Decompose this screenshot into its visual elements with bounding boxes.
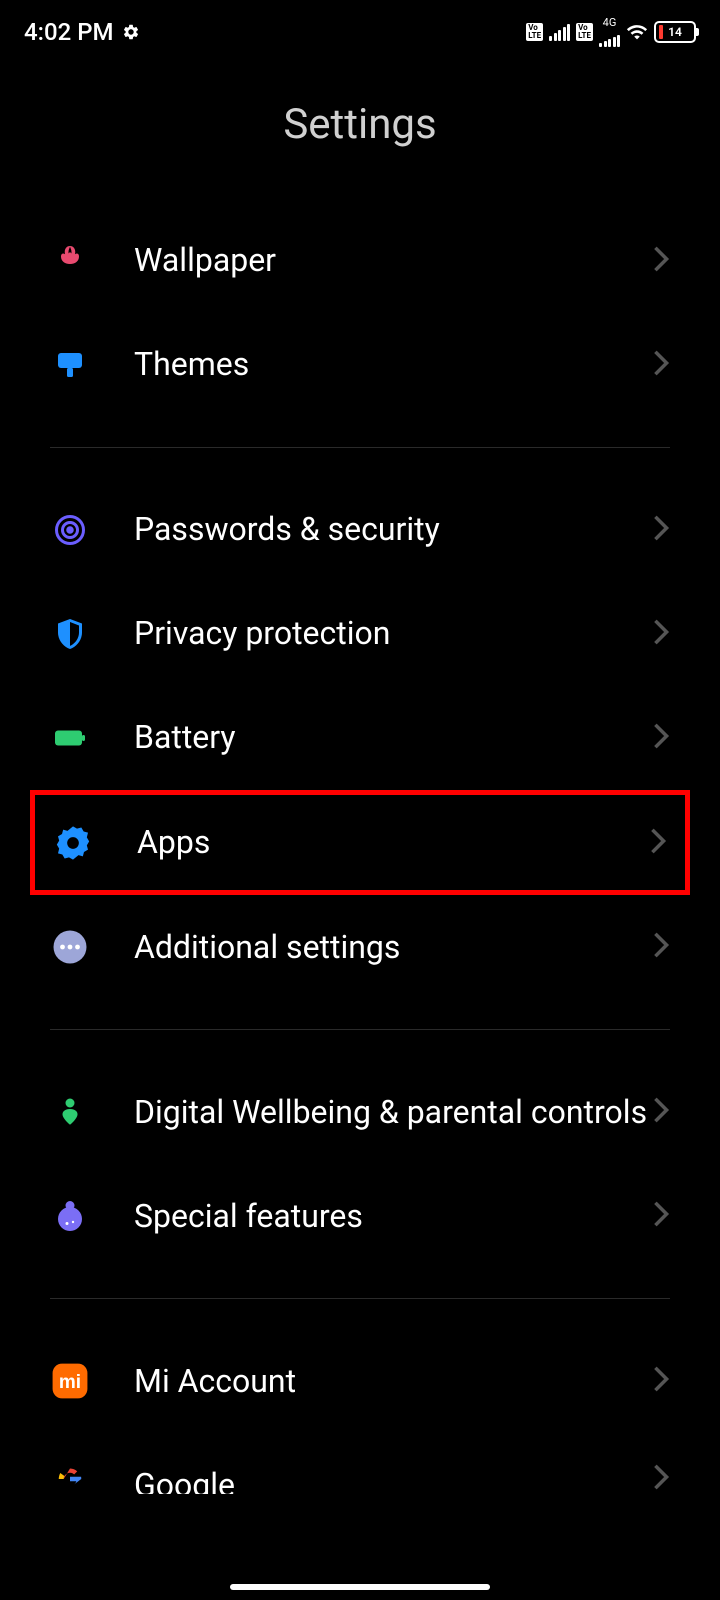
chevron-right-icon — [652, 245, 670, 277]
settings-item-google[interactable]: Google — [0, 1433, 720, 1499]
chevron-right-icon — [652, 1200, 670, 1232]
signal-icon — [549, 23, 570, 41]
settings-item-privacy-protection[interactable]: Privacy protection — [0, 582, 720, 686]
gear-icon — [122, 23, 140, 41]
volte-icon: VoLTE — [576, 23, 593, 41]
status-left: 4:02 PM — [24, 18, 140, 46]
settings-item-additional-settings[interactable]: Additional settings — [0, 895, 720, 999]
battery-icon — [50, 718, 90, 758]
shield-icon — [50, 614, 90, 654]
item-label: Mi Account — [134, 1360, 652, 1403]
battery-icon: 14 — [654, 21, 696, 43]
status-time: 4:02 PM — [24, 18, 114, 46]
item-label: Additional settings — [134, 926, 652, 969]
divider — [50, 1029, 670, 1030]
chevron-right-icon — [652, 1463, 670, 1495]
item-label: Passwords & security — [134, 508, 652, 551]
item-label: Wallpaper — [134, 239, 652, 282]
status-bar: 4:02 PM VoLTE VoLTE 4G — [0, 0, 720, 60]
mi-logo-icon: mi — [50, 1361, 90, 1401]
chevron-right-icon — [652, 514, 670, 546]
flask-icon — [50, 1196, 90, 1236]
chevron-right-icon — [649, 827, 667, 859]
settings-item-battery[interactable]: Battery — [0, 686, 720, 790]
brush-icon — [50, 345, 90, 385]
settings-list: Wallpaper Themes Passwords & security Pr… — [0, 209, 720, 1499]
volte-icon: VoLTE — [526, 23, 543, 41]
page-header: Settings — [0, 60, 720, 209]
chevron-right-icon — [652, 618, 670, 650]
svg-text:mi: mi — [59, 1372, 81, 1393]
chevron-right-icon — [652, 349, 670, 381]
home-indicator[interactable] — [230, 1584, 490, 1590]
settings-item-wallpaper[interactable]: Wallpaper — [0, 209, 720, 313]
settings-item-themes[interactable]: Themes — [0, 313, 720, 417]
settings-item-mi-account[interactable]: mi Mi Account — [0, 1329, 720, 1433]
item-label: Special features — [134, 1195, 652, 1238]
fingerprint-icon — [50, 510, 90, 550]
item-label: Themes — [134, 343, 652, 386]
chevron-right-icon — [652, 931, 670, 963]
item-label: Privacy protection — [134, 612, 652, 655]
cog-icon — [53, 823, 93, 863]
status-right: VoLTE VoLTE 4G 14 — [526, 17, 696, 47]
item-label: Battery — [134, 716, 652, 759]
chevron-right-icon — [652, 1096, 670, 1128]
settings-item-special-features[interactable]: Special features — [0, 1164, 720, 1268]
settings-item-digital-wellbeing[interactable]: Digital Wellbeing & parental controls — [0, 1060, 720, 1164]
settings-item-apps[interactable]: Apps — [30, 790, 690, 895]
wellbeing-icon — [50, 1092, 90, 1132]
chevron-right-icon — [652, 722, 670, 754]
item-label: Digital Wellbeing & parental controls — [134, 1091, 652, 1134]
wifi-icon — [626, 21, 648, 43]
signal-4g: 4G — [599, 17, 620, 47]
item-label: Apps — [137, 821, 649, 864]
page-title: Settings — [0, 100, 720, 149]
settings-item-passwords-security[interactable]: Passwords & security — [0, 478, 720, 582]
dots-circle-icon — [50, 927, 90, 967]
chevron-right-icon — [652, 1365, 670, 1397]
item-label: Google — [134, 1464, 652, 1494]
divider — [50, 447, 670, 448]
google-logo-icon — [50, 1459, 90, 1499]
divider — [50, 1298, 670, 1299]
tulip-icon — [50, 241, 90, 281]
